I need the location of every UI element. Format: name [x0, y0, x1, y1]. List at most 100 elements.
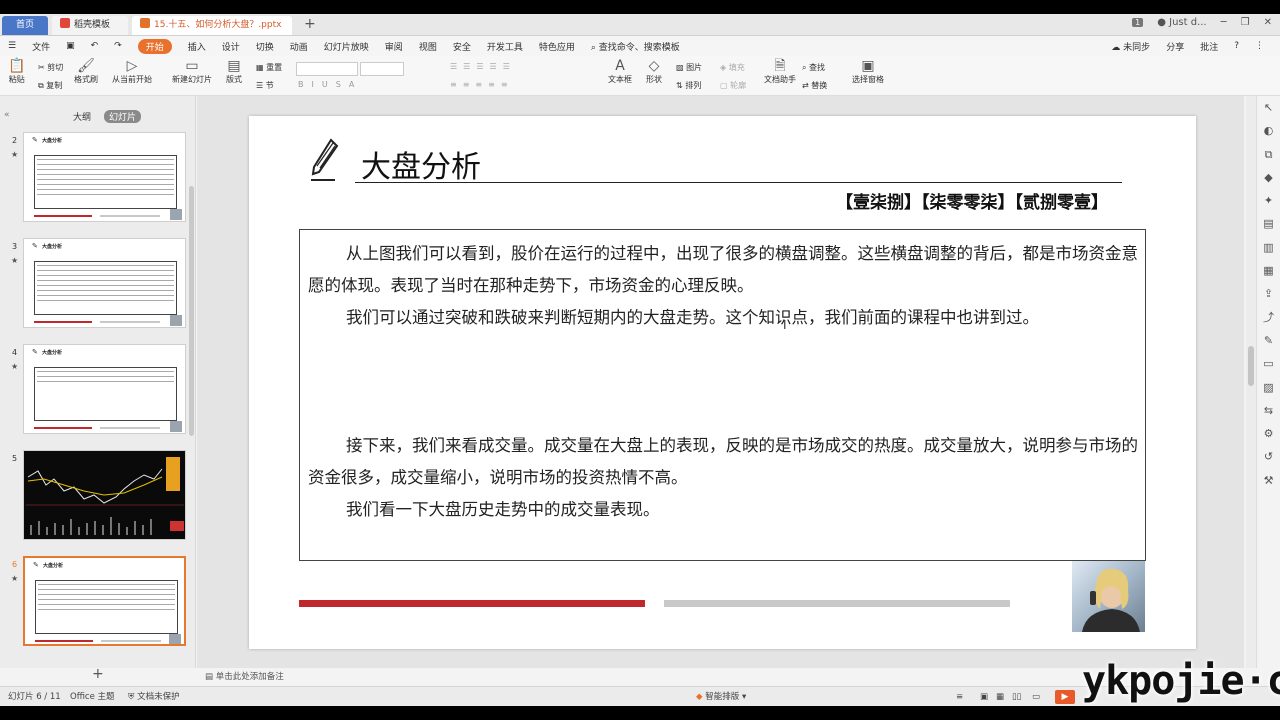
chart-icon[interactable]: ▥ — [1257, 236, 1280, 259]
window-count-badge[interactable]: 1 — [1132, 18, 1144, 27]
text-format-buttons[interactable]: BIUSA — [298, 80, 362, 89]
arrange-button[interactable]: ⇅ 排列 — [676, 80, 701, 91]
new-slide-button[interactable]: ▭ 新建幻灯片 — [172, 58, 212, 85]
help-icon[interactable]: ? — [1234, 41, 1239, 51]
menu-security[interactable]: 安全 — [453, 40, 471, 53]
shape-button[interactable]: ◇ 形状 — [646, 58, 662, 85]
style-icon[interactable]: ◐ — [1257, 119, 1280, 142]
canvas-scrollbar[interactable] — [1246, 96, 1256, 668]
theme-name[interactable]: Office 主题 — [70, 687, 115, 706]
slide-thumbnail[interactable]: ✎ 大盘分析 — [23, 344, 186, 434]
menu-transition[interactable]: 切换 — [256, 40, 274, 53]
select-pane-button[interactable]: ▣ 选择窗格 — [852, 58, 884, 85]
restore-icon[interactable]: ❐ — [1241, 17, 1250, 28]
history-icon[interactable]: ↺ — [1257, 445, 1280, 468]
align-buttons[interactable]: ≡≡≡≡≡ — [450, 80, 514, 89]
format-painter-button[interactable]: 🖌 格式刷 — [74, 58, 98, 85]
more-icon[interactable]: ⋮ — [1255, 41, 1264, 51]
menu-slideshow[interactable]: 幻灯片放映 — [324, 40, 369, 53]
menu-developer[interactable]: 开发工具 — [487, 40, 523, 53]
command-search[interactable]: ⌕ 查找命令、搜索模板 — [591, 40, 680, 53]
user-account[interactable]: ● Just d... — [1157, 17, 1206, 28]
tab-document[interactable]: 15.十五、如何分析大盘？.pptx — [132, 16, 292, 35]
export-icon[interactable]: ⇪ — [1257, 282, 1280, 305]
replace-button[interactable]: ⇄ 替换 — [802, 80, 827, 91]
smart-layout-button[interactable]: ◆ 智能排版 ▾ — [696, 687, 746, 706]
from-current-button[interactable]: ▷ 从当前开始 — [112, 58, 152, 85]
normal-view-icon[interactable]: ▣ — [980, 687, 988, 706]
add-slide-button[interactable]: + — [92, 666, 104, 682]
menu-view[interactable]: 视图 — [419, 40, 437, 53]
shape-fill-icon[interactable]: ◆ — [1257, 166, 1280, 189]
find-button[interactable]: ⌕ 查找 — [802, 62, 825, 73]
paragraph-buttons[interactable]: ☰☰☰☰☰ — [450, 62, 516, 71]
grid-icon[interactable]: ▦ — [1257, 259, 1280, 282]
tab-outline[interactable]: 大纲 — [68, 110, 96, 123]
font-size-select[interactable] — [360, 62, 404, 76]
menu-home[interactable]: 开始 — [137, 38, 172, 54]
outline-button[interactable]: ▢ 轮廓 — [720, 80, 746, 91]
menu-features[interactable]: 特色应用 — [539, 40, 575, 53]
menu-insert[interactable]: 插入 — [188, 40, 206, 53]
minimize-icon[interactable]: ─ — [1221, 17, 1227, 28]
slide-editing-canvas[interactable]: 大盘分析 【壹柒捌】【柒零零柒】【贰捌零壹】 从上图我们可以看到，股价在运行的过… — [197, 96, 1244, 668]
slide-thumbnail[interactable]: ✎ 大盘分析 — [23, 238, 186, 328]
menu-animation[interactable]: 动画 — [290, 40, 308, 53]
copy-style-icon[interactable]: ⧉ — [1257, 143, 1280, 166]
sync-status[interactable]: ☁ 未同步 — [1111, 40, 1150, 53]
pointer-icon[interactable]: ↖ — [1257, 96, 1280, 119]
settings-icon[interactable]: ⚙ — [1257, 422, 1280, 445]
slide-subtitle[interactable]: 【壹柒捌】【柒零零柒】【贰捌零壹】 — [836, 188, 1108, 213]
body-textbox[interactable]: 从上图我们可以看到，股价在运行的过程中，出现了很多的横盘调整。这些横盘调整的背后… — [299, 229, 1146, 561]
section-button[interactable]: ☰ 节 — [256, 80, 274, 91]
picture-button[interactable]: ▨ 图片 — [676, 62, 702, 73]
transition-icon[interactable]: ▤ — [1257, 212, 1280, 235]
menu-file[interactable]: 文件 — [32, 40, 50, 53]
new-tab-button[interactable]: + — [304, 16, 316, 32]
copy-button[interactable]: ⧉ 复制 — [38, 80, 62, 91]
tab-home[interactable]: 首页 — [2, 16, 48, 35]
reset-button[interactable]: ▦ 重置 — [256, 62, 282, 73]
hamburger-icon[interactable]: ☰ — [8, 41, 16, 51]
presenter-photo[interactable] — [1072, 561, 1145, 632]
slideshow-play-button[interactable]: ▶ — [1055, 690, 1075, 704]
note-icon[interactable]: ✎ — [1257, 329, 1280, 352]
collapse-panel-icon[interactable]: « — [4, 110, 10, 120]
share-icon[interactable]: ⤴ — [1257, 306, 1280, 329]
share-button[interactable]: 分享 — [1166, 40, 1184, 53]
ribbon-toolbar: 📋 粘贴 ✂ 剪切 ⧉ 复制 🖌 格式刷 ▷ 从当前开始 ▭ 新建幻灯片 ▤ 版式 ▦ 重… — [0, 56, 1280, 96]
tools-icon[interactable]: ⚒ — [1257, 469, 1280, 492]
flow-icon[interactable]: ⇆ — [1257, 399, 1280, 422]
fill-button[interactable]: ◈ 填充 — [720, 62, 745, 73]
close-icon[interactable]: ✕ — [1264, 17, 1272, 28]
thumbnail-scrollbar[interactable] — [189, 186, 194, 436]
sorter-view-icon[interactable]: ▦ — [996, 687, 1004, 706]
paste-button[interactable]: 📋 粘贴 — [8, 58, 25, 85]
notes-toggle-icon[interactable]: ≡ — [956, 687, 963, 706]
layout-button[interactable]: ▤ 版式 — [226, 58, 242, 85]
panel-icon[interactable]: ▭ — [1257, 352, 1280, 375]
tab-slides[interactable]: 幻灯片 — [104, 110, 142, 123]
comment-button[interactable]: 批注 — [1200, 40, 1218, 53]
redo-icon[interactable]: ↷ — [114, 41, 122, 51]
menu-design[interactable]: 设计 — [222, 40, 240, 53]
slide-thumbnail[interactable]: ✎ 大盘分析 — [23, 132, 186, 222]
reading-view-icon[interactable]: ▯▯ — [1012, 687, 1021, 706]
text-assistant-button[interactable]: 🗎 文档助手 — [764, 58, 796, 85]
canvas-scroll-thumb[interactable] — [1248, 346, 1254, 386]
cut-button[interactable]: ✂ 剪切 — [38, 62, 63, 73]
tab-template[interactable]: 稻壳模板 — [52, 16, 128, 35]
protection-status[interactable]: ⛨ 文档未保护 — [128, 687, 180, 706]
save-icon[interactable]: ▣ — [66, 41, 75, 51]
image-icon[interactable]: ▨ — [1257, 376, 1280, 399]
slide-thumbnail-selected[interactable]: ✎ 大盘分析 — [23, 556, 186, 646]
fullscreen-icon[interactable]: ▭ — [1032, 687, 1040, 706]
font-family-select[interactable] — [296, 62, 358, 76]
slide-thumbnail-chart[interactable] — [23, 450, 186, 540]
slide-title[interactable]: 大盘分析 — [361, 142, 481, 186]
animation-icon[interactable]: ✦ — [1257, 189, 1280, 212]
textbox-button[interactable]: A 文本框 — [608, 58, 632, 85]
undo-icon[interactable]: ↶ — [91, 41, 99, 51]
current-slide[interactable]: 大盘分析 【壹柒捌】【柒零零柒】【贰捌零壹】 从上图我们可以看到，股价在运行的过… — [249, 116, 1196, 649]
menu-review[interactable]: 审阅 — [385, 40, 403, 53]
